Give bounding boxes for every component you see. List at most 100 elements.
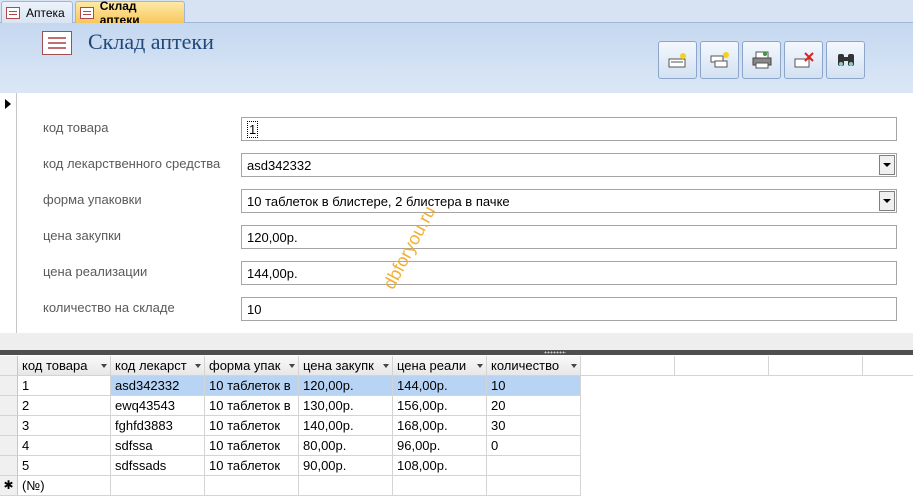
table-cell[interactable]: 108,00р. [393,456,487,476]
table-cell[interactable]: ewq43543 [111,396,205,416]
table-cell[interactable]: 80,00р. [299,436,393,456]
new-record-cell[interactable] [299,476,393,496]
table-cell[interactable]: 156,00р. [393,396,487,416]
form-icon [80,7,94,19]
new-record-cell[interactable] [393,476,487,496]
row-selector[interactable] [0,456,18,476]
table-cell[interactable]: 120,00р. [299,376,393,396]
table-cell[interactable]: 0 [487,436,581,456]
table-row[interactable]: 5 sdfssads 10 таблеток 90,00р. 108,00р. [0,456,913,476]
table-cell[interactable]: 10 таблеток в [205,376,299,396]
split-form-splitter[interactable] [0,350,913,355]
sort-arrow-icon [101,364,107,368]
table-cell[interactable]: 10 [487,376,581,396]
splitter-grip[interactable] [544,351,566,354]
dropdown-arrow-icon[interactable] [879,191,895,211]
stock-qty-field[interactable]: 10 [241,297,897,321]
new-record-cell[interactable] [487,476,581,496]
sort-arrow-icon [195,364,201,368]
table-cell[interactable]: 5 [18,456,111,476]
stock-qty-label: количество на складе [43,300,175,315]
document-tab-bar: Аптека Склад аптеки [0,0,913,27]
packaging-value: 10 таблеток в блистере, 2 блистера в пач… [247,194,510,209]
table-cell[interactable]: 10 таблеток [205,416,299,436]
column-header[interactable]: код лекарст [111,356,205,376]
table-cell[interactable]: 10 таблеток [205,436,299,456]
table-cell[interactable]: 144,00р. [393,376,487,396]
table-cell[interactable]: sdfssads [111,456,205,476]
row-selector[interactable] [0,396,18,416]
row-selector[interactable] [0,416,18,436]
purchase-price-label: цена закупки [43,228,122,243]
new-record-button[interactable] [658,41,697,79]
table-cell[interactable]: 3 [18,416,111,436]
table-cell[interactable]: 130,00р. [299,396,393,416]
find-button[interactable] [826,41,865,79]
column-header[interactable]: цена реали [393,356,487,376]
drug-code-combobox[interactable]: asd342332 [241,153,897,177]
sale-price-label: цена реализации [43,264,148,279]
tab-apteka[interactable]: Аптека [1,1,73,23]
sale-price-field[interactable]: 144,00р. [241,261,897,285]
select-all-corner[interactable] [0,356,18,376]
sort-arrow-icon [571,364,577,368]
sort-arrow-icon [289,364,295,368]
sale-price-value: 144,00р. [247,266,298,281]
row-selector[interactable] [0,376,18,396]
print-button[interactable] [742,41,781,79]
table-cell[interactable]: asd342332 [111,376,205,396]
column-header[interactable]: код товара [18,356,111,376]
table-cell[interactable]: 10 таблеток в [205,396,299,416]
dropdown-arrow-icon[interactable] [879,155,895,175]
table-cell[interactable]: 30 [487,416,581,436]
table-cell[interactable]: 90,00р. [299,456,393,476]
duplicate-record-button[interactable] [700,41,739,79]
table-cell[interactable]: 2 [18,396,111,416]
record-selector[interactable] [0,93,17,333]
form-icon [6,6,20,19]
find-icon [837,54,854,66]
packaging-label: форма упаковки [43,192,142,207]
form-header: Склад аптеки [0,23,913,93]
new-record-cell[interactable] [205,476,299,496]
tab-sklad-apteki[interactable]: Склад аптеки [75,0,185,27]
row-selector[interactable] [0,436,18,456]
table-row[interactable]: 3 fghfd3883 10 таблеток 140,00р. 168,00р… [0,416,913,436]
form-icon [42,31,72,55]
table-cell[interactable]: 20 [487,396,581,416]
table-row[interactable]: 2 ewq43543 10 таблеток в 130,00р. 156,00… [0,396,913,416]
stock-qty-value: 10 [247,302,262,317]
datasheet-header-row: код товара код лекарст форма упак цена з… [0,356,913,376]
current-record-arrow-icon [5,99,11,109]
datasheet: код товара код лекарст форма упак цена з… [0,356,913,497]
new-record-row[interactable]: ✱ (№) [0,476,913,496]
table-cell[interactable]: 4 [18,436,111,456]
table-cell[interactable]: 10 таблеток [205,456,299,476]
product-code-field[interactable]: 1 [241,117,897,141]
drug-code-value: asd342332 [247,158,312,173]
table-cell[interactable]: 96,00р. [393,436,487,456]
column-header[interactable]: форма упак [205,356,299,376]
column-header[interactable]: цена закупк [299,356,393,376]
new-record-cell[interactable] [111,476,205,496]
product-code-label: код товара [43,120,109,135]
table-row[interactable]: 1 asd342332 10 таблеток в 120,00р. 144,0… [0,376,913,396]
purchase-price-field[interactable]: 120,00р. [241,225,897,249]
new-record-icon [668,53,686,68]
table-row[interactable]: 4 sdfssa 10 таблеток 80,00р. 96,00р. 0 [0,436,913,456]
table-cell[interactable]: fghfd3883 [111,416,205,436]
new-record-selector[interactable]: ✱ [0,476,18,496]
table-cell[interactable]: 140,00р. [299,416,393,436]
delete-record-button[interactable] [784,41,823,79]
table-cell[interactable]: 168,00р. [393,416,487,436]
table-cell[interactable]: 1 [18,376,111,396]
drug-code-label: код лекарственного средства [43,156,221,171]
form-footer [0,333,913,350]
delete-record-icon [794,52,814,68]
packaging-combobox[interactable]: 10 таблеток в блистере, 2 блистера в пач… [241,189,897,213]
column-header[interactable]: количество [487,356,581,376]
print-icon [752,51,771,69]
table-cell[interactable] [487,456,581,476]
new-record-cell[interactable]: (№) [18,476,111,496]
table-cell[interactable]: sdfssa [111,436,205,456]
